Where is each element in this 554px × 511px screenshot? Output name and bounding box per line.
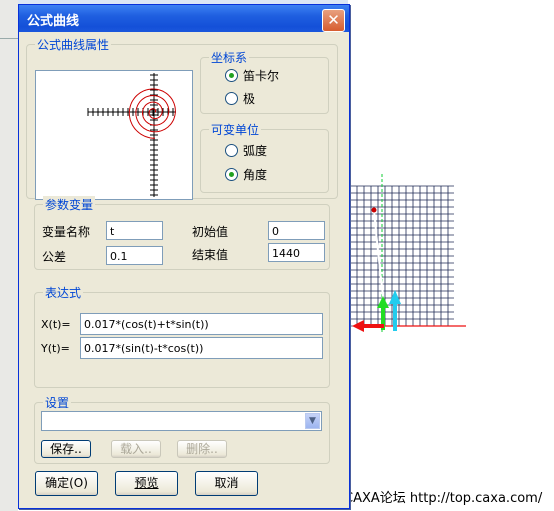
y-expr-input[interactable]: 0.017*(sin(t)-t*cos(t)) xyxy=(80,337,323,359)
z-axis-arrow-cyan xyxy=(393,301,397,331)
expression-legend: 表达式 xyxy=(43,284,84,301)
var-name-input[interactable]: t xyxy=(106,221,163,240)
polar-label[interactable]: 极 xyxy=(243,90,255,107)
title-bar[interactable]: 公式曲线 ✕ xyxy=(19,5,349,32)
radio-selected-dot xyxy=(229,172,234,177)
end-value-input[interactable]: 1440 xyxy=(268,243,325,262)
coord-system-group: 坐标系 笛卡尔 极 xyxy=(200,49,329,114)
expression-group: 表达式 X(t)= 0.017*(cos(t)+t*sin(t)) Y(t)= … xyxy=(34,284,330,388)
radian-label[interactable]: 弧度 xyxy=(243,142,267,159)
x-axis-arrow-red xyxy=(362,324,384,328)
settings-combo[interactable]: ▼ xyxy=(41,411,322,431)
end-value-label: 结束值 xyxy=(192,248,229,262)
radio-radian[interactable] xyxy=(225,144,238,157)
degree-label[interactable]: 角度 xyxy=(243,166,267,183)
load-button[interactable]: 载入.. xyxy=(111,440,161,458)
curve-properties-legend: 公式曲线属性 xyxy=(35,36,112,53)
curve-properties-group: 公式曲线属性 坐标系 笛卡尔 极 可变单位 弧度 角度 xyxy=(26,36,338,200)
radio-degree[interactable] xyxy=(225,168,238,181)
parameter-legend: 参数变量 xyxy=(43,196,96,213)
tolerance-label: 公差 xyxy=(42,250,67,264)
cartesian-label[interactable]: 笛卡尔 xyxy=(243,67,279,84)
curve-start-point xyxy=(371,207,377,213)
radio-polar[interactable] xyxy=(225,92,238,105)
dialog-body: 公式曲线属性 坐标系 笛卡尔 极 可变单位 弧度 角度 参数变量 变量名称 t … xyxy=(22,32,346,505)
dialog-title: 公式曲线 xyxy=(27,14,80,29)
close-icon: ✕ xyxy=(327,11,340,29)
var-name-label: 变量名称 xyxy=(42,225,91,239)
start-value-label: 初始值 xyxy=(192,225,229,239)
chevron-down-icon[interactable]: ▼ xyxy=(305,413,320,429)
preview-curve xyxy=(128,88,176,139)
variable-unit-group: 可变单位 弧度 角度 xyxy=(200,121,329,193)
start-value-input[interactable]: 0 xyxy=(268,221,325,240)
coord-system-legend: 坐标系 xyxy=(209,49,250,66)
parameter-group: 参数变量 变量名称 t 初始值 0 公差 0.1 结束值 1440 xyxy=(34,196,330,270)
variable-unit-legend: 可变单位 xyxy=(209,121,262,138)
curve-preview-svg xyxy=(87,73,176,197)
tolerance-input[interactable]: 0.1 xyxy=(106,246,163,265)
close-button[interactable]: ✕ xyxy=(322,9,345,32)
cancel-button[interactable]: 取消 xyxy=(195,471,258,496)
formula-curve-dialog: 公式曲线 ✕ 公式曲线属性 坐标系 笛卡尔 极 可变单位 弧度 角度 参数变量 … xyxy=(18,4,350,509)
x-expr-label: X(t)= xyxy=(41,318,71,331)
ok-button[interactable]: 确定(O) xyxy=(35,471,98,496)
curve-preview-box xyxy=(35,70,193,200)
x-expr-input[interactable]: 0.017*(cos(t)+t*sin(t)) xyxy=(80,313,323,335)
radio-selected-dot xyxy=(229,73,234,78)
radio-cartesian[interactable] xyxy=(225,69,238,82)
preview-button[interactable]: 预览 xyxy=(115,471,178,496)
settings-group: 设置 ▼ 保存.. 载入.. 删除.. xyxy=(34,394,330,464)
watermark-text: CAXA论坛 http://top.caxa.com/ xyxy=(344,491,543,506)
save-button[interactable]: 保存.. xyxy=(41,440,91,458)
delete-button[interactable]: 删除.. xyxy=(177,440,227,458)
grid-plane xyxy=(349,185,454,327)
y-expr-label: Y(t)= xyxy=(41,342,70,355)
background-left-panel xyxy=(0,0,18,511)
settings-legend: 设置 xyxy=(43,394,72,411)
graphics-canvas[interactable] xyxy=(348,14,554,511)
